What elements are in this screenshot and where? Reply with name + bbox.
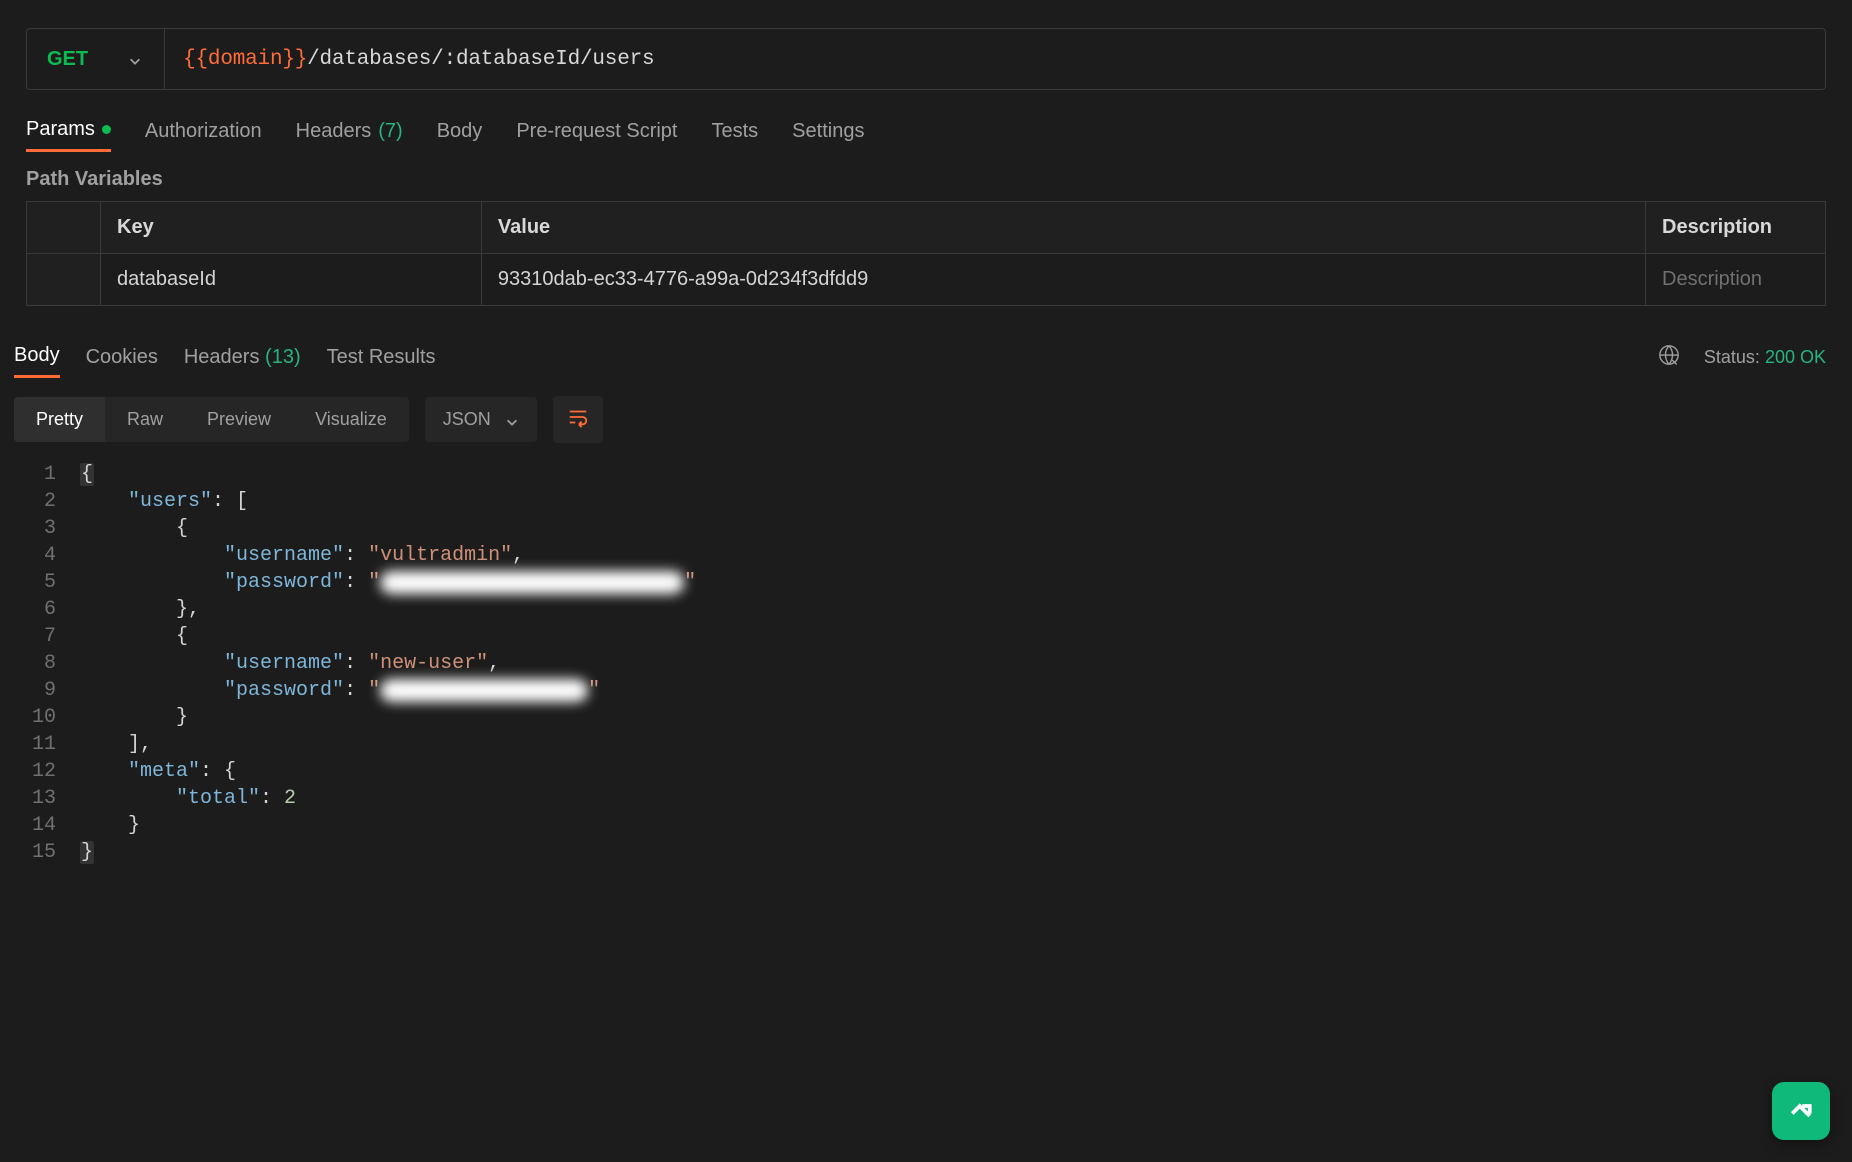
postbot-fab[interactable] [1772, 1082, 1830, 1140]
view-preview[interactable]: Preview [185, 397, 293, 442]
status-code: 200 OK [1765, 347, 1826, 367]
row-value-cell[interactable]: 93310dab-ec33-4776-a99a-0d234f3dfdd9 [481, 254, 1645, 306]
url-variable: {{domain}} [183, 48, 307, 71]
table-row: databaseId 93310dab-ec33-4776-a99a-0d234… [27, 254, 1826, 306]
description-column-header: Description [1646, 202, 1826, 254]
request-url-bar: GET {{domain}}/databases/:databaseId/use… [26, 28, 1826, 90]
response-tab-cookies[interactable]: Cookies [86, 338, 158, 377]
tab-headers-label: Headers [296, 120, 372, 143]
tab-headers[interactable]: Headers (7) [296, 112, 403, 151]
tab-params[interactable]: Params [26, 110, 111, 152]
view-mode-segment: Pretty Raw Preview Visualize [14, 397, 409, 442]
active-dot-icon [102, 125, 111, 134]
tab-body[interactable]: Body [437, 112, 483, 151]
path-variables-heading: Path Variables [0, 152, 1852, 201]
response-code-view[interactable]: 123456789101112131415 { "users": [ { "us… [0, 443, 1852, 866]
key-column-header: Key [101, 202, 482, 254]
response-tab-headers-count: (13) [265, 346, 301, 368]
http-method-selector[interactable]: GET [27, 29, 165, 89]
chevron-down-icon [128, 52, 142, 66]
code-column[interactable]: { "users": [ { "username": "vultradmin",… [80, 461, 1852, 866]
value-column-header: Value [481, 202, 1645, 254]
status-label: Status: [1704, 347, 1760, 367]
row-key-cell[interactable]: databaseId [101, 254, 482, 306]
view-visualize[interactable]: Visualize [293, 397, 409, 442]
row-checkbox-cell[interactable] [27, 254, 101, 306]
url-path: /databases/:databaseId/users [307, 48, 654, 71]
tab-tests[interactable]: Tests [711, 112, 758, 151]
view-raw[interactable]: Raw [105, 397, 185, 442]
view-pretty[interactable]: Pretty [14, 397, 105, 442]
tab-params-label: Params [26, 118, 95, 141]
response-tab-body[interactable]: Body [14, 336, 60, 378]
word-wrap-button[interactable] [553, 396, 603, 443]
globe-icon[interactable] [1658, 344, 1680, 371]
tab-prerequest[interactable]: Pre-request Script [516, 112, 677, 151]
response-tabs: Body Cookies Headers (13) Test Results [14, 336, 436, 378]
table-checkbox-column [27, 202, 101, 254]
url-input[interactable]: {{domain}}/databases/:databaseId/users [165, 29, 1825, 89]
body-controls: Pretty Raw Preview Visualize JSON [0, 378, 1852, 443]
language-selector[interactable]: JSON [425, 397, 537, 442]
line-gutter: 123456789101112131415 [0, 461, 80, 866]
chevron-down-icon [505, 413, 519, 427]
response-status: Status: 200 OK [1658, 344, 1826, 371]
row-description-cell[interactable]: Description [1646, 254, 1826, 306]
response-tab-headers[interactable]: Headers (13) [184, 338, 301, 377]
language-label: JSON [443, 409, 491, 430]
response-tab-test-results[interactable]: Test Results [327, 338, 436, 377]
tab-headers-count: (7) [378, 120, 402, 143]
http-method-label: GET [47, 48, 88, 71]
response-bar: Body Cookies Headers (13) Test Results S… [0, 306, 1852, 378]
response-tab-headers-label: Headers [184, 346, 260, 368]
table-header-row: Key Value Description [27, 202, 1826, 254]
tab-settings[interactable]: Settings [792, 112, 864, 151]
request-tabs: Params Authorization Headers (7) Body Pr… [0, 110, 1852, 152]
path-variables-table: Key Value Description databaseId 93310da… [26, 201, 1826, 306]
tab-authorization[interactable]: Authorization [145, 112, 262, 151]
